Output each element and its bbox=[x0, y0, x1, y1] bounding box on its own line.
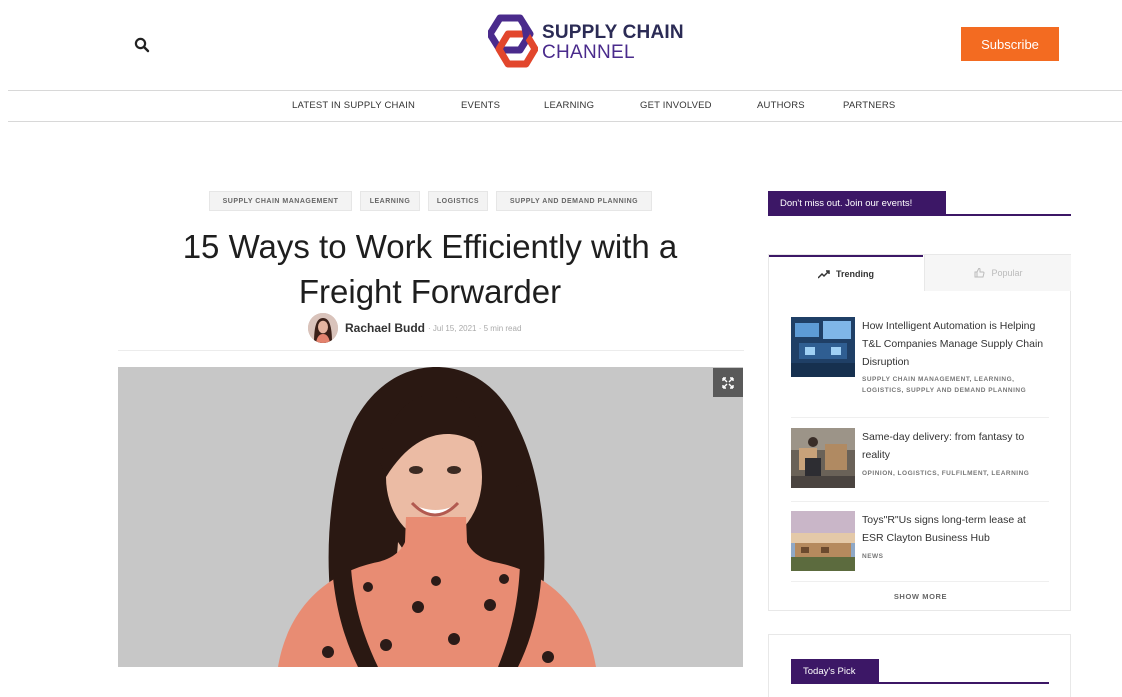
byline-divider bbox=[118, 350, 744, 351]
trending-panel: Trending Popular How Intelligent Automat… bbox=[768, 254, 1071, 611]
tab-popular[interactable]: Popular bbox=[924, 255, 1071, 291]
expand-icon[interactable] bbox=[713, 368, 743, 397]
article-hero-image bbox=[118, 367, 743, 667]
trending-thumbnail bbox=[791, 428, 855, 488]
search-icon[interactable] bbox=[133, 36, 151, 54]
events-banner: Don't miss out. Join our events! bbox=[768, 191, 1071, 217]
subscribe-button[interactable]: Subscribe bbox=[961, 27, 1059, 61]
trending-icon bbox=[818, 270, 830, 279]
trending-item-title: Toys"R"Us signs long-term lease at ESR C… bbox=[862, 514, 1026, 544]
tag-learning[interactable]: LEARNING bbox=[360, 191, 420, 211]
todays-pick-rule bbox=[791, 682, 1049, 684]
author-portrait bbox=[118, 367, 743, 667]
popular-icon bbox=[974, 268, 985, 278]
main-nav: LATEST IN SUPPLY CHAIN EVENTS LEARNING G… bbox=[8, 90, 1122, 122]
events-banner-label[interactable]: Don't miss out. Join our events! bbox=[768, 191, 946, 215]
trending-item[interactable]: How Intelligent Automation is Helping T&… bbox=[791, 317, 1049, 407]
tag-supply-demand-planning[interactable]: SUPPLY AND DEMAND PLANNING bbox=[496, 191, 652, 211]
todays-pick-panel: Today's Pick bbox=[768, 634, 1071, 697]
nav-item-get-involved[interactable]: GET INVOLVED bbox=[640, 100, 712, 111]
trending-divider bbox=[791, 581, 1049, 582]
trending-thumbnail bbox=[791, 511, 855, 571]
show-more-button[interactable]: SHOW MORE bbox=[769, 592, 1072, 601]
trending-item[interactable]: Same-day delivery: from fantasy to reali… bbox=[791, 428, 1049, 498]
tab-trending-label: Trending bbox=[836, 269, 874, 279]
site-header: SUPPLY CHAIN CHANNEL Subscribe bbox=[0, 0, 1122, 90]
trending-item-title: How Intelligent Automation is Helping T&… bbox=[862, 320, 1044, 368]
trending-divider bbox=[791, 501, 1049, 502]
tab-trending[interactable]: Trending bbox=[769, 255, 923, 291]
logo-mark-icon bbox=[488, 14, 538, 68]
todays-pick-label: Today's Pick bbox=[791, 659, 879, 683]
nav-item-events[interactable]: EVENTS bbox=[461, 100, 500, 111]
author-byline: Rachael Budd · Jul 15, 2021 · 5 min read bbox=[308, 313, 521, 343]
trending-thumbnail bbox=[791, 317, 855, 377]
trending-divider bbox=[791, 417, 1049, 418]
nav-item-learning[interactable]: LEARNING bbox=[544, 100, 594, 111]
article-title: 15 Ways to Work Efficiently with a Freig… bbox=[182, 228, 678, 310]
trending-item-title: Same-day delivery: from fantasy to reali… bbox=[862, 431, 1025, 461]
trending-item-tags: NEWS bbox=[862, 553, 884, 560]
author-name[interactable]: Rachael Budd bbox=[345, 321, 425, 335]
trending-item[interactable]: Toys"R"Us signs long-term lease at ESR C… bbox=[791, 511, 1049, 575]
logo-line1: SUPPLY CHAIN bbox=[542, 21, 684, 43]
events-banner-rule bbox=[768, 214, 1071, 216]
nav-item-latest[interactable]: LATEST IN SUPPLY CHAIN bbox=[292, 100, 415, 111]
tag-supply-chain-management[interactable]: SUPPLY CHAIN MANAGEMENT bbox=[209, 191, 352, 211]
article-date-readtime: · Jul 15, 2021 · 5 min read bbox=[428, 323, 522, 333]
site-logo[interactable]: SUPPLY CHAIN CHANNEL bbox=[488, 14, 684, 70]
trending-item-tags: SUPPLY CHAIN MANAGEMENT, LEARNING, LOGIS… bbox=[862, 376, 1027, 394]
nav-item-authors[interactable]: AUTHORS bbox=[757, 100, 805, 111]
tag-logistics[interactable]: LOGISTICS bbox=[428, 191, 488, 211]
trending-item-tags: OPINION, LOGISTICS, FULFILMENT, LEARNING bbox=[862, 470, 1030, 477]
nav-item-partners[interactable]: PARTNERS bbox=[843, 100, 895, 111]
tab-popular-label: Popular bbox=[991, 268, 1023, 278]
logo-line2: CHANNEL bbox=[542, 41, 635, 63]
avatar[interactable] bbox=[308, 313, 338, 343]
